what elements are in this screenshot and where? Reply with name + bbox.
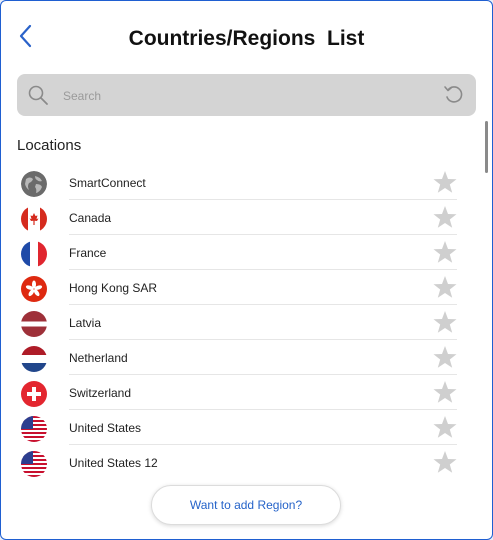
location-name: Hong Kong SAR: [69, 281, 158, 295]
refresh-icon[interactable]: [442, 83, 464, 105]
list-item[interactable]: United States: [1, 410, 471, 445]
flag-us-icon: [21, 451, 47, 477]
star-icon[interactable]: [433, 345, 457, 369]
flag-france-icon: [21, 241, 47, 267]
star-icon[interactable]: [433, 415, 457, 439]
app-window: Countries/Regions List Locations: [0, 0, 493, 540]
star-icon[interactable]: [433, 170, 457, 194]
list-item[interactable]: United States 12: [1, 445, 471, 480]
star-icon[interactable]: [433, 450, 457, 474]
search-icon: [27, 84, 49, 106]
search-input[interactable]: [61, 83, 435, 109]
star-icon[interactable]: [433, 310, 457, 334]
list-item[interactable]: SmartConnect: [1, 165, 471, 200]
flag-netherlands-icon: [21, 346, 47, 372]
flag-us-icon: [21, 416, 47, 442]
location-name: Switzerland: [69, 386, 132, 400]
list-item[interactable]: Canada: [1, 200, 471, 235]
list-item[interactable]: Netherland: [1, 340, 471, 375]
star-icon[interactable]: [433, 205, 457, 229]
flag-switzerland-icon: [21, 381, 47, 407]
location-name: France: [69, 246, 107, 260]
location-name: Netherland: [69, 351, 128, 365]
search-bar: [17, 74, 476, 116]
add-region-button[interactable]: Want to add Region?: [151, 485, 341, 525]
list-item[interactable]: Latvia: [1, 305, 471, 340]
star-icon[interactable]: [433, 275, 457, 299]
star-icon[interactable]: [433, 240, 457, 264]
location-name: United States 12: [69, 456, 158, 470]
globe-icon: [21, 171, 47, 197]
list-item[interactable]: Hong Kong SAR: [1, 270, 471, 305]
location-name: Canada: [69, 211, 112, 225]
flag-hong-kong-icon: [21, 276, 47, 302]
location-name: United States: [69, 421, 142, 435]
location-list: SmartConnect Canada France Hong Kong SAR…: [1, 165, 471, 480]
list-item[interactable]: Switzerland: [1, 375, 471, 410]
scrollbar[interactable]: [485, 121, 488, 173]
list-item[interactable]: France: [1, 235, 471, 270]
location-name: Latvia: [69, 316, 102, 330]
flag-canada-icon: [21, 206, 47, 232]
page-title: Countries/Regions List: [128, 27, 365, 50]
flag-latvia-icon: [21, 311, 47, 337]
locations-heading: Locations: [17, 137, 82, 154]
location-name: SmartConnect: [69, 176, 146, 190]
star-icon[interactable]: [433, 380, 457, 404]
